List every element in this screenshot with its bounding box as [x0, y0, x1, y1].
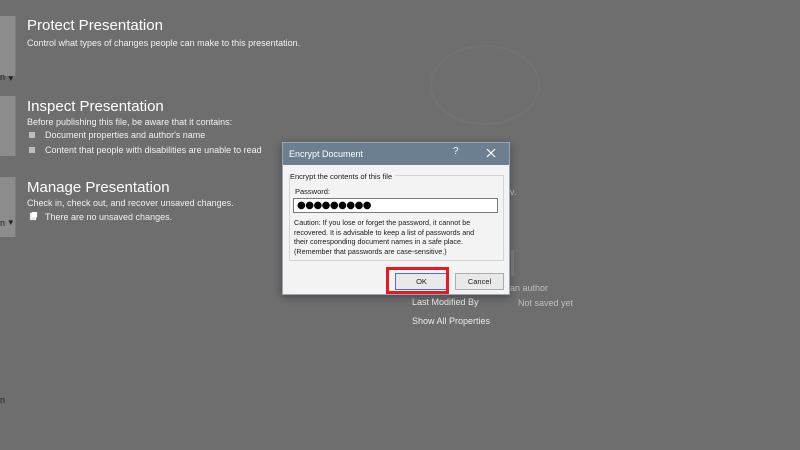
check-for-issues-button[interactable]: [0, 96, 16, 156]
chevron-down-icon: ▾: [8, 217, 13, 227]
protect-presentation-title: Protect Presentation: [27, 17, 163, 34]
protect-presentation-button[interactable]: n ▾: [0, 16, 16, 83]
caution-line: Caution: If you lose or forget the passw…: [294, 218, 471, 227]
bullet-icon: [29, 132, 35, 138]
no-unsaved-changes-note: There are no unsaved changes.: [45, 212, 173, 222]
chevron-down-icon: ▾: [8, 73, 13, 83]
manage-presentation-title: Manage Presentation: [27, 179, 170, 196]
inspect-presentation-description: Before publishing this file, be aware th…: [27, 117, 233, 127]
caution-line: recovered. It is advisable to keep a lis…: [294, 227, 475, 237]
dialog-titlebar: Encrypt Document ?: [283, 143, 509, 165]
inspect-item: Document properties and author's name: [45, 130, 206, 140]
manage-button-label: n: [0, 395, 6, 405]
manage-presentation-button[interactable]: n ▾: [0, 177, 16, 405]
bullet-icon: [29, 147, 35, 153]
document-thumbnail-placeholder: [430, 45, 540, 125]
ok-button-highlight: [386, 267, 449, 294]
close-icon[interactable]: [486, 148, 496, 158]
password-label: Password:: [295, 187, 331, 196]
protect-presentation-description: Control what types of changes people can…: [27, 38, 301, 48]
properties-divider: [511, 250, 514, 276]
protect-button-label: n: [0, 72, 6, 82]
encrypt-group-label: Encrypt the contents of this file: [290, 172, 396, 181]
last-modified-by-label: Last Modified By: [412, 297, 479, 307]
help-icon[interactable]: ?: [453, 147, 459, 157]
dialog-title: Encrypt Document: [289, 149, 364, 159]
show-all-properties-link[interactable]: Show All Properties: [412, 316, 490, 326]
manage-presentation-description: Check in, check out, and recover unsaved…: [27, 198, 234, 208]
caution-line: their corresponding document names in a …: [294, 237, 464, 246]
cancel-button[interactable]: Cancel: [455, 273, 504, 290]
last-modified-by-value: Not saved yet: [518, 298, 574, 308]
properties-fragment: v.: [510, 187, 517, 197]
inspect-presentation-title: Inspect Presentation: [27, 98, 164, 115]
manage-button-label-text: n: [0, 218, 6, 228]
inspect-item: Content that people with disabilities ar…: [45, 145, 262, 155]
password-field[interactable]: ●●●●●●●●●: [293, 198, 498, 213]
author-placeholder[interactable]: an author: [510, 283, 548, 293]
caution-line: (Remember that passwords are case-sensit…: [294, 246, 447, 256]
caution-text: Caution: If you lose or forget the passw…: [294, 218, 504, 256]
document-info-icon: [29, 212, 38, 221]
